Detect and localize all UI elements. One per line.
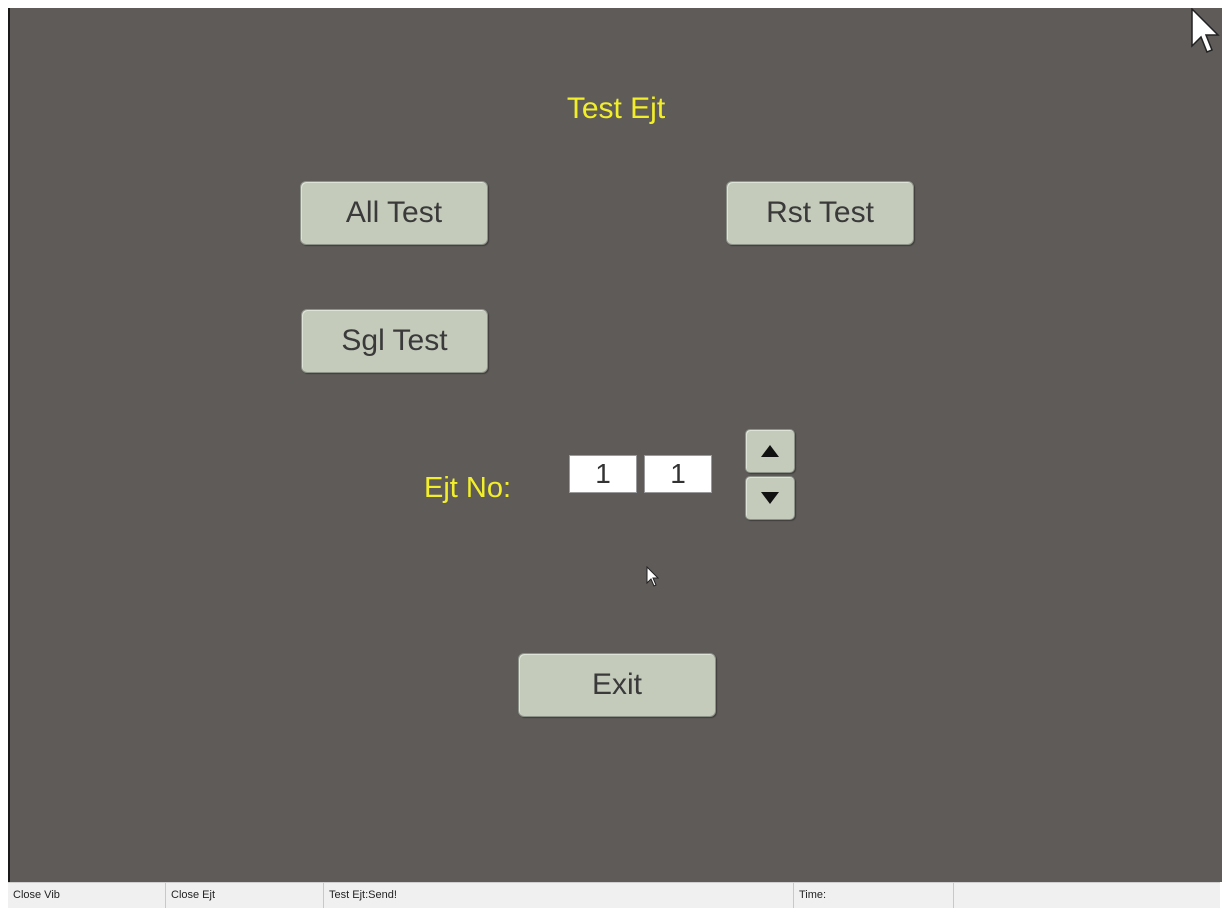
ejt-no-label: Ejt No: xyxy=(424,472,512,504)
triangle-down-icon xyxy=(761,492,779,504)
decrement-button[interactable] xyxy=(745,476,795,520)
ejt-no-field-1[interactable]: 1 xyxy=(569,455,637,493)
status-bar: Close Vib Close Ejt Test Ejt:Send! Time: xyxy=(8,882,1220,908)
test-ejt-screen: Test Ejt All Test Rst Test Sgl Test Ejt … xyxy=(8,8,1222,882)
triangle-up-icon xyxy=(761,445,779,457)
status-ejt: Close Ejt xyxy=(166,883,324,908)
page-title: Test Ejt xyxy=(566,92,666,125)
status-extra xyxy=(954,883,1220,908)
exit-button[interactable]: Exit xyxy=(518,653,716,717)
mouse-pointer-icon xyxy=(646,566,660,587)
sgl-test-button[interactable]: Sgl Test xyxy=(301,309,488,373)
status-message: Test Ejt:Send! xyxy=(324,883,794,908)
increment-button[interactable] xyxy=(745,429,795,473)
status-vib: Close Vib xyxy=(8,883,166,908)
rst-test-button[interactable]: Rst Test xyxy=(726,181,914,245)
status-time: Time: xyxy=(794,883,954,908)
ejt-no-field-2[interactable]: 1 xyxy=(644,455,712,493)
corner-pointer-icon xyxy=(1191,8,1220,53)
all-test-button[interactable]: All Test xyxy=(300,181,488,245)
